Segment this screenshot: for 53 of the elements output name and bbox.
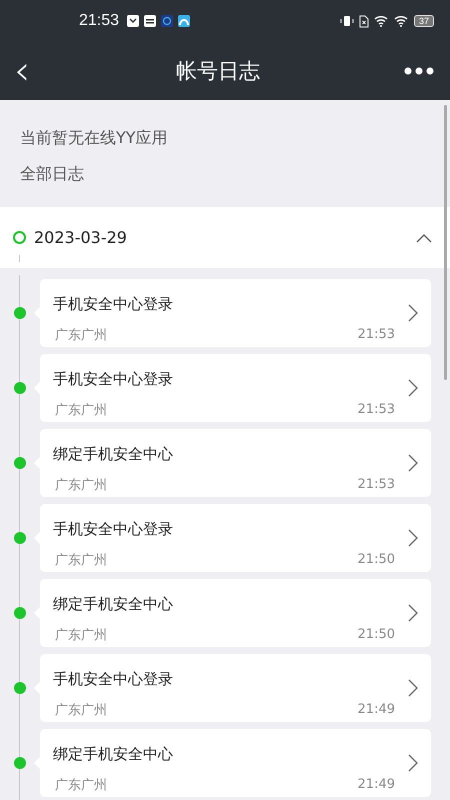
log-location: 广东广州 (54, 326, 108, 344)
log-title: 绑定手机安全中心 (53, 595, 174, 614)
chevron-right-icon (408, 304, 418, 322)
log-title: 手机安全中心登录 (53, 370, 174, 390)
log-time: 21:53 (358, 327, 395, 342)
timeline-dot (14, 756, 26, 768)
wifi-icon (374, 15, 389, 27)
vibrate-icon (340, 15, 354, 27)
timeline-dot (14, 456, 26, 468)
log-location: 广东广州 (54, 476, 108, 494)
section-title: 全部日志 (20, 162, 85, 184)
log-title: 绑定手机安全中心 (53, 745, 174, 764)
timeline-dot (14, 382, 26, 394)
sim-card-icon (359, 14, 369, 28)
timeline-dot (14, 306, 26, 318)
group-date: 2023-03-29 (34, 228, 128, 247)
log-location: 广东广州 (54, 702, 108, 719)
log-title: 手机安全中心登录 (53, 670, 174, 690)
date-group-header[interactable]: 2023-03-29 (0, 207, 450, 268)
page-title: 帐号日志 (175, 58, 261, 85)
timeline-dot (14, 606, 26, 618)
timeline-dot (14, 532, 26, 544)
log-time: 21:49 (358, 777, 395, 792)
chevron-right-icon (408, 678, 418, 696)
log-location: 广东广州 (54, 776, 108, 794)
log-location: 广东广州 (54, 552, 108, 569)
mail-icon (127, 15, 140, 27)
chevron-right-icon (408, 528, 418, 546)
log-time: 21:53 (358, 402, 395, 418)
chevron-right-icon (408, 754, 418, 772)
app-icon (161, 15, 174, 27)
more-icon (404, 67, 434, 75)
log-time: 21:50 (358, 627, 395, 642)
log-location: 广东广州 (54, 626, 108, 644)
wifi-icon (394, 15, 409, 27)
timeline-start-icon (13, 231, 26, 244)
chevron-right-icon (408, 454, 418, 472)
log-time: 21:53 (358, 477, 395, 492)
battery-icon: 37 (414, 15, 434, 27)
notice-text: 当前暂无在线YY应用 (20, 126, 169, 148)
chevron-right-icon (408, 378, 418, 396)
log-title: 手机安全中心登录 (53, 295, 174, 314)
log-title: 手机安全中心登录 (53, 520, 174, 540)
card-icon (144, 15, 156, 27)
back-button[interactable]: ‹ (8, 51, 36, 91)
timeline-dot (14, 682, 26, 694)
app-icon (178, 15, 190, 27)
chevron-right-icon (408, 604, 418, 622)
status-time: 21:53 (79, 12, 120, 30)
log-time: 21:49 (358, 702, 395, 718)
log-location: 广东广州 (54, 402, 108, 419)
log-time: 21:50 (358, 552, 395, 568)
log-title: 绑定手机安全中心 (53, 445, 174, 464)
